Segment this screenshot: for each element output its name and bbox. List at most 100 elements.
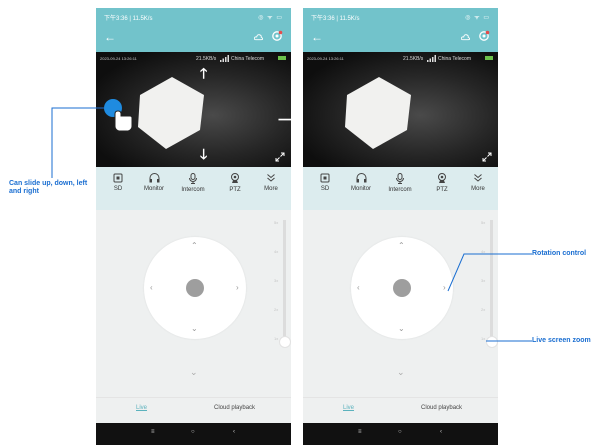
pad-left-icon[interactable]: ‹: [150, 284, 153, 292]
carrier-label: China Telecom: [231, 56, 264, 62]
intercom-label: Intercom: [181, 187, 205, 193]
zoom-tick: 3x: [481, 278, 486, 283]
more-label: More: [264, 186, 278, 192]
control-toolbar: SD Monitor Intercom PTZ More: [96, 167, 291, 210]
sd-label: SD: [320, 186, 330, 192]
nav-back-icon[interactable]: ‹: [440, 429, 442, 435]
pad-center-knob[interactable]: [393, 279, 411, 297]
monitor-label: Monitor: [350, 186, 371, 192]
nav-home-icon[interactable]: ○: [191, 429, 195, 435]
app-bar: ←: [303, 25, 498, 52]
intercom-button[interactable]: Intercom: [175, 173, 211, 193]
live-video-view[interactable]: 2023-09-24 13:26:11 21.5KB/s China Telec…: [303, 52, 498, 167]
network-speed: 21.5KB/s: [403, 56, 424, 62]
expand-icon[interactable]: [482, 152, 492, 162]
cloud-icon[interactable]: [461, 33, 470, 41]
status-time: 下午3:36 | 11.5K/s: [311, 16, 360, 22]
pad-up-icon[interactable]: ⌃: [191, 242, 198, 250]
status-icons: ◎ ᯤ ▭: [465, 15, 490, 21]
sd-icon: [320, 173, 330, 183]
ptz-label: PTZ: [229, 187, 241, 193]
control-toolbar: SD Monitor Intercom PTZ More: [303, 167, 498, 210]
nav-home-icon[interactable]: ○: [398, 429, 402, 435]
nav-back-icon[interactable]: ‹: [233, 429, 235, 435]
tab-live[interactable]: Live: [343, 405, 354, 411]
pad-up-icon[interactable]: ⌃: [398, 242, 405, 250]
more-button[interactable]: More: [460, 173, 496, 192]
video-timestamp: 2023-09-24 13:26:11: [307, 56, 344, 61]
tab-live[interactable]: Live: [136, 405, 147, 411]
tab-cloud-playback[interactable]: Cloud playback: [214, 405, 255, 411]
nav-menu-icon[interactable]: ≡: [151, 429, 155, 435]
intercom-button[interactable]: Intercom: [382, 173, 418, 193]
network-speed: 21.5KB/s: [196, 56, 217, 62]
arrow-up-icon: 🡑: [200, 65, 208, 81]
slide-callout-text: Can slide up, down, left and right: [9, 180, 88, 195]
zoom-slider[interactable]: [279, 220, 291, 348]
rotation-callout-text: Rotation control: [532, 250, 587, 257]
signal-bars-icon: [220, 55, 229, 62]
bottom-tab-bar: Live Cloud playback: [96, 397, 291, 424]
ptz-button[interactable]: PTZ: [217, 173, 253, 193]
settings-icon[interactable]: [478, 30, 490, 42]
zoom-tick: 2x: [481, 307, 486, 312]
app-bar: ←: [96, 25, 291, 52]
direction-pad[interactable]: ⌃ ⌄ ‹ ›: [144, 237, 246, 339]
video-timestamp: 2023-09-24 13:26:11: [100, 56, 137, 61]
expand-icon[interactable]: [275, 152, 285, 162]
settings-icon[interactable]: [271, 30, 283, 42]
system-nav-bar: ≡ ○ ‹: [303, 423, 498, 445]
more-label: More: [471, 186, 485, 192]
zoom-tick: 4x: [274, 249, 279, 254]
back-arrow-icon[interactable]: ←: [104, 31, 116, 43]
pad-down-icon[interactable]: ⌄: [398, 325, 405, 333]
zoom-tick: 1x: [481, 336, 486, 341]
collapse-chevron-icon[interactable]: ⌄: [397, 367, 405, 378]
zoom-tick: 5x: [481, 220, 486, 225]
back-arrow-icon[interactable]: ←: [311, 31, 323, 43]
headphones-icon: [149, 173, 159, 183]
mic-icon: [189, 173, 197, 184]
more-button[interactable]: More: [253, 173, 289, 192]
headphones-icon: [356, 173, 366, 183]
sd-label: SD: [113, 186, 123, 192]
battery-icon: [278, 56, 286, 60]
tab-cloud-playback[interactable]: Cloud playback: [421, 405, 462, 411]
pad-right-icon[interactable]: ›: [443, 284, 446, 292]
sd-icon: [113, 173, 123, 183]
zoom-slider-knob[interactable]: [486, 336, 498, 348]
pad-down-icon[interactable]: ⌄: [191, 325, 198, 333]
sd-button[interactable]: SD: [307, 173, 343, 192]
zoom-tick: 5x: [274, 220, 279, 225]
monitor-button[interactable]: Monitor: [136, 173, 172, 192]
zoom-slider[interactable]: [486, 220, 498, 348]
cloud-icon[interactable]: [254, 33, 263, 41]
zoom-tick: 1x: [274, 336, 279, 341]
status-time: 下午3:36 | 11.5K/s: [104, 16, 153, 22]
zoom-tick: 3x: [274, 278, 279, 283]
direction-pad[interactable]: ⌃ ⌄ ‹ ›: [351, 237, 453, 339]
ptz-button[interactable]: PTZ: [424, 173, 460, 193]
status-bar: 下午3:36 | 11.5K/s ◎ ᯤ ▭: [96, 8, 291, 25]
intercom-label: Intercom: [388, 187, 412, 193]
sd-button[interactable]: SD: [100, 173, 136, 192]
monitor-button[interactable]: Monitor: [343, 173, 379, 192]
ptz-control-panel: ⌃ ⌄ ‹ › 5x 4x 3x 2x 1x ⌄: [96, 210, 291, 397]
status-bar: 下午3:36 | 11.5K/s ◎ ᯤ ▭: [303, 8, 498, 25]
zoom-tick: 2x: [274, 307, 279, 312]
arrow-down-icon: 🡓: [200, 146, 208, 162]
hexagon-light-object: [345, 77, 411, 149]
zoom-slider-knob[interactable]: [279, 336, 291, 348]
pad-center-knob[interactable]: [186, 279, 204, 297]
mic-icon: [396, 173, 404, 184]
system-nav-bar: ≡ ○ ‹: [96, 423, 291, 445]
collapse-chevron-icon[interactable]: ⌄: [190, 367, 198, 378]
hexagon-light-object: [138, 77, 204, 149]
zoom-tick: 4x: [481, 249, 486, 254]
pad-right-icon[interactable]: ›: [236, 284, 239, 292]
nav-menu-icon[interactable]: ≡: [358, 429, 362, 435]
pad-left-icon[interactable]: ‹: [357, 284, 360, 292]
battery-icon: [485, 56, 493, 60]
live-video-view[interactable]: 2023-09-24 13:26:11 21.5KB/s China Telec…: [96, 52, 291, 167]
phone-screen-left: 下午3:36 | 11.5K/s ◎ ᯤ ▭ ← 2023-09-24 13:2…: [96, 8, 291, 445]
